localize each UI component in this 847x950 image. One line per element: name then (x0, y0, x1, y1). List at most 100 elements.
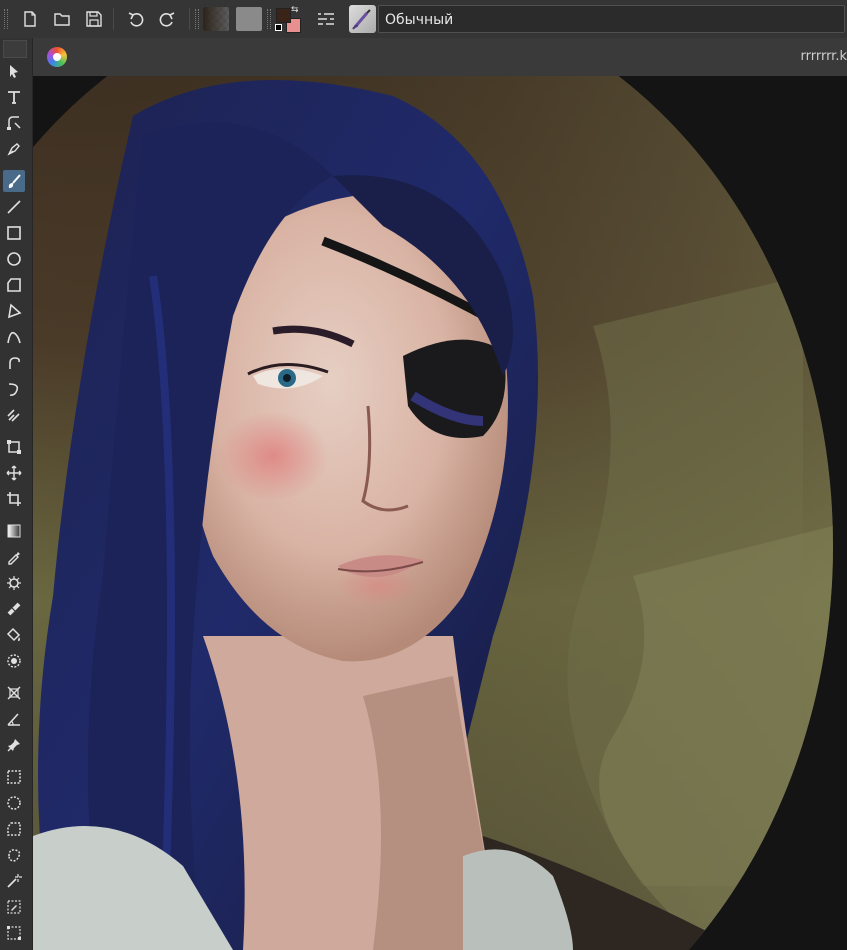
multibrush-tool[interactable] (3, 404, 25, 426)
toolbar-separator (189, 8, 190, 30)
brush-preset-button[interactable] (349, 5, 376, 33)
magic-wand-icon (7, 874, 22, 888)
save-button[interactable] (82, 7, 106, 31)
elliptical-selection-tool[interactable] (3, 792, 25, 814)
smart-patch-icon (7, 602, 21, 616)
gradient-icon (7, 524, 21, 538)
pushpin-icon (7, 739, 20, 752)
calligraphy-tool[interactable] (3, 138, 25, 160)
document-tab-title[interactable]: rrrrrrr.k (800, 49, 847, 64)
toolbox-header[interactable] (3, 40, 27, 58)
new-document-icon (24, 11, 36, 27)
portrait-painting (33, 76, 847, 950)
redo-button[interactable] (155, 7, 179, 31)
smart-patch-tool[interactable] (3, 598, 25, 620)
contiguous-selection-tool[interactable] (3, 870, 25, 892)
open-document-button[interactable] (50, 7, 74, 31)
polygon-tool[interactable] (3, 274, 25, 296)
brush-preset-name-field[interactable]: Обычный (378, 5, 845, 33)
freehand-selection-icon (8, 849, 21, 862)
folder-icon (54, 13, 70, 26)
measure-tool[interactable] (3, 708, 25, 730)
measure-angle-icon (7, 713, 20, 726)
top-toolbar: ⇆ Обычный (0, 0, 847, 39)
ellipse-tool[interactable] (3, 248, 25, 270)
toolbar-separator (113, 8, 114, 30)
move-icon (6, 465, 22, 481)
polyline-tool[interactable] (3, 300, 25, 322)
reset-colors-icon[interactable] (275, 24, 282, 31)
enclose-fill-icon (7, 654, 21, 668)
freehand-path-tool[interactable] (3, 352, 25, 374)
foreground-color-swatch[interactable] (276, 8, 291, 23)
assistant-tool[interactable] (3, 682, 25, 704)
transform-icon (7, 440, 21, 454)
crop-tool[interactable] (3, 488, 25, 510)
rectangle-icon (7, 226, 21, 240)
line-icon (7, 200, 21, 214)
paintbrush-icon (8, 174, 21, 188)
dynamic-brush-icon (8, 383, 19, 396)
polygon-icon (7, 278, 21, 292)
edit-shapes-tool[interactable] (3, 112, 25, 134)
save-icon (86, 11, 102, 27)
crop-icon (7, 492, 21, 506)
bezier-curve-tool[interactable] (3, 326, 25, 348)
brush-settings-button[interactable] (314, 7, 338, 31)
elliptical-selection-icon (7, 796, 21, 810)
dynamic-brush-tool[interactable] (3, 378, 25, 400)
transform-tool[interactable] (3, 436, 25, 458)
line-tool[interactable] (3, 196, 25, 218)
canvas-area[interactable] (33, 76, 847, 950)
colorize-mask-icon (7, 576, 21, 590)
bezier-selection-tool[interactable] (3, 922, 25, 944)
krita-document-icon (47, 47, 67, 67)
polygonal-selection-tool[interactable] (3, 818, 25, 840)
enclose-and-fill-tool[interactable] (3, 650, 25, 672)
toolbar-grip[interactable] (267, 9, 271, 29)
gradient-selector[interactable] (203, 7, 229, 31)
gradient-tool[interactable] (3, 520, 25, 542)
calligraphy-pen-icon (7, 143, 20, 156)
eyedropper-icon (8, 552, 20, 565)
rectangle-tool[interactable] (3, 222, 25, 244)
ellipse-icon (7, 252, 21, 266)
color-selector[interactable]: ⇆ (274, 5, 302, 33)
toolbar-grip[interactable] (195, 9, 199, 29)
bezier-curve-icon (7, 331, 21, 344)
move-tool[interactable] (3, 462, 25, 484)
undo-icon (128, 12, 144, 27)
reference-images-tool[interactable] (3, 734, 25, 756)
select-shapes-tool[interactable] (3, 60, 25, 82)
similar-color-selection-icon (7, 900, 21, 914)
assistant-icon (7, 686, 21, 700)
fill-tool[interactable] (3, 624, 25, 646)
toolbox (0, 38, 33, 950)
swap-colors-icon[interactable]: ⇆ (291, 5, 299, 15)
pattern-selector[interactable] (236, 7, 262, 31)
rectangular-selection-tool[interactable] (3, 766, 25, 788)
multibrush-icon (7, 409, 20, 422)
brush-preset-icon (352, 9, 371, 30)
polygonal-selection-icon (7, 822, 21, 836)
bezier-selection-icon (7, 926, 21, 940)
freehand-brush-tool[interactable] (3, 170, 25, 192)
text-tool[interactable] (3, 86, 25, 108)
brush-settings-icon (318, 13, 334, 25)
color-picker-tool[interactable] (3, 546, 25, 568)
pointer-icon (10, 65, 18, 78)
toolbar-grip[interactable] (4, 9, 8, 29)
freehand-path-icon (9, 357, 20, 369)
colorize-mask-tool[interactable] (3, 572, 25, 594)
rectangular-selection-icon (7, 770, 21, 784)
undo-button[interactable] (124, 7, 148, 31)
paint-bucket-icon (6, 627, 21, 642)
similar-color-selection-tool[interactable] (3, 896, 25, 918)
edit-shapes-icon (7, 116, 21, 130)
new-document-button[interactable] (18, 7, 42, 31)
document-tab-bar: rrrrrrr.k (33, 38, 847, 76)
text-icon (8, 91, 20, 104)
polyline-icon (7, 303, 22, 319)
freehand-selection-tool[interactable] (3, 844, 25, 866)
redo-icon (159, 12, 175, 27)
